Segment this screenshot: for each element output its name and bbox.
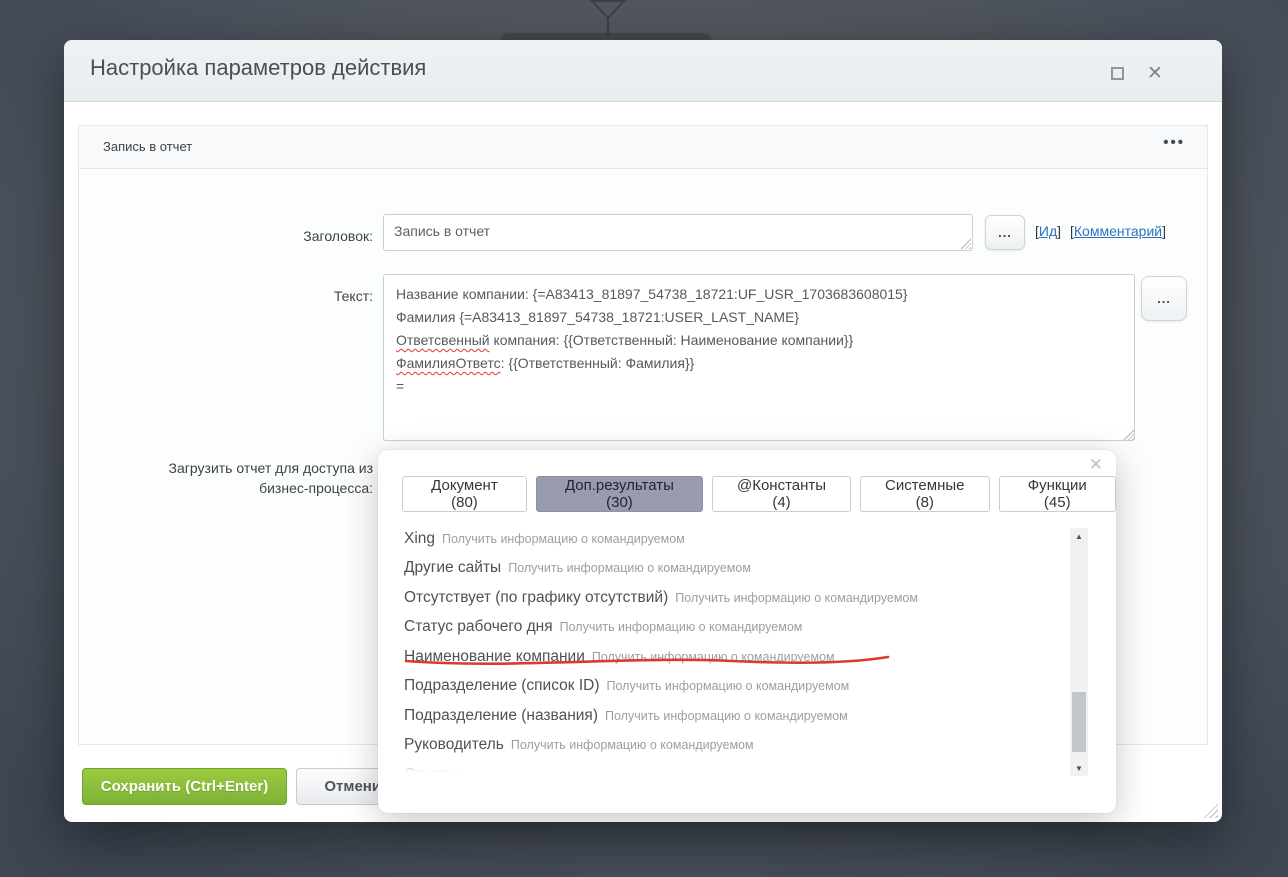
popup-tab[interactable]: Доп.результаты (30) — [535, 476, 704, 512]
comment-link[interactable]: Комментарий — [1074, 223, 1162, 239]
field-links: [Ид] [Комментарий] — [1035, 223, 1175, 239]
item-name: Xing — [404, 529, 436, 547]
upload-label-line1: Загрузить отчет для доступа из — [168, 460, 373, 476]
text-line: = — [396, 378, 405, 394]
text-more-button[interactable]: ... — [1141, 276, 1187, 321]
maximize-button[interactable] — [1106, 62, 1128, 84]
save-button[interactable]: Сохранить (Ctrl+Enter) — [82, 768, 287, 805]
variable-picker-popup: ✕ Документ (80) Доп.результаты (30) @Конст… — [378, 450, 1116, 813]
item-name: Другие сайты — [404, 559, 502, 577]
title-input-value: Запись в отчет — [394, 223, 491, 239]
panel-header: Запись в отчет ••• — [79, 126, 1207, 169]
id-link[interactable]: Ид — [1039, 223, 1057, 239]
close-icon: ✕ — [1147, 62, 1163, 84]
maximize-icon — [1110, 66, 1124, 80]
scrollbar-thumb[interactable] — [1072, 692, 1086, 752]
title-more-button[interactable]: ... — [985, 215, 1025, 250]
popup-list-item[interactable]: Статус рабочего дня Получить информацию о… — [404, 613, 1054, 643]
item-desc: Получить информацию о командируемом — [591, 649, 835, 664]
popup-list-item[interactable]: Наименование компании Получить информацию… — [404, 642, 1054, 672]
item-name: Отсутствует (по графику отсутствий) — [404, 588, 669, 606]
popup-scrollbar[interactable]: ▲ ▼ — [1070, 528, 1088, 776]
dialog-header: Настройка параметров действия ✕ — [64, 40, 1222, 102]
comment-link-wrap: [Комментарий] — [1070, 223, 1166, 239]
text-line: ФамилияОтветс: {{Ответственный: Фамилия}… — [396, 355, 695, 371]
item-desc: Получить информацию о командируемом — [442, 531, 685, 546]
upload-label-line2: бизнес-процесса: — [259, 480, 373, 496]
popup-list: Xing Получить информацию о командируемом Д… — [404, 524, 1054, 774]
misspelled-word: Ответсвенный — [396, 332, 490, 348]
misspelled-word: ФамилияОтветс — [396, 355, 501, 371]
text-field[interactable]: Название компании: {=A83413_81897_54738_… — [383, 274, 1135, 441]
item-desc: Получить информацию о командируемом — [675, 590, 918, 605]
item-desc: Получить информацию о командируемом — [510, 738, 754, 753]
item-name: Статус рабочего дня — [404, 618, 553, 636]
upload-field-label: Загрузить отчет для доступа из бизнес-пр… — [79, 458, 373, 498]
title-input[interactable]: Запись в отчет — [383, 214, 973, 251]
popup-list-item[interactable]: Руководитель Получить информацию о команд… — [404, 731, 1054, 761]
item-name: Отчет — [404, 766, 446, 774]
item-desc: Получить информацию о командируемом — [559, 620, 803, 635]
close-button[interactable]: ✕ — [1144, 62, 1166, 84]
popup-list-item[interactable]: Отсутствует (по графику отсутствий) Получ… — [404, 583, 1054, 613]
item-name: Подразделение (названия) — [404, 706, 598, 724]
item-desc: Получить информацию о командируемом — [606, 679, 850, 694]
item-desc: Получить информацию о командируемом — [605, 708, 848, 723]
popup-tab[interactable]: Функции (45) — [998, 476, 1116, 512]
popup-tab[interactable]: Документ (80) — [402, 476, 527, 512]
text-field-label: Текст: — [333, 288, 373, 304]
popup-list-item[interactable]: Xing Получить информацию о командируемом — [404, 524, 1054, 554]
text-line: Название компании: {=A83413_81897_54738_… — [396, 286, 908, 302]
item-name: Руководитель — [404, 736, 504, 754]
popup-close-icon[interactable]: ✕ — [1089, 455, 1103, 475]
dialog-resize-handle-icon[interactable] — [1203, 803, 1218, 818]
popup-list-item[interactable]: Другие сайты Получить информацию о команд… — [404, 554, 1054, 584]
panel-title: Запись в отчет — [103, 139, 193, 154]
popup-tab[interactable]: Системные (8) — [860, 476, 990, 512]
title-field-label: Заголовок: — [303, 228, 373, 244]
id-link-wrap: [Ид] — [1035, 223, 1062, 239]
scroll-down-icon[interactable]: ▼ — [1070, 760, 1088, 776]
popup-tab[interactable]: @Константы (4) — [712, 476, 852, 512]
text-line: Ответсвенный компания: {{Ответственный: … — [396, 332, 854, 348]
popup-list-item[interactable]: Подразделение (названия) Получить информа… — [404, 701, 1054, 731]
resize-handle-icon[interactable] — [960, 238, 971, 249]
popup-list-item[interactable]: Отчет Запись в отчет — [404, 760, 1054, 774]
text-line: Фамилия {=A83413_81897_54738_18721:USER_… — [396, 309, 800, 325]
dialog-title: Настройка параметров действия — [90, 55, 427, 80]
item-desc: Запись в отчет — [453, 768, 539, 774]
item-name: Наименование компании — [404, 647, 585, 665]
panel-menu-icon[interactable]: ••• — [1163, 134, 1185, 151]
scroll-up-icon[interactable]: ▲ — [1070, 528, 1088, 544]
popup-list-item[interactable]: Подразделение (список ID) Получить информ… — [404, 672, 1054, 702]
item-name: Подразделение (список ID) — [404, 677, 600, 695]
item-desc: Получить информацию о командируемом — [508, 561, 751, 576]
workflow-connector-icon — [589, 0, 627, 36]
popup-tabs: Документ (80) Доп.результаты (30) @Констан… — [402, 476, 1116, 512]
